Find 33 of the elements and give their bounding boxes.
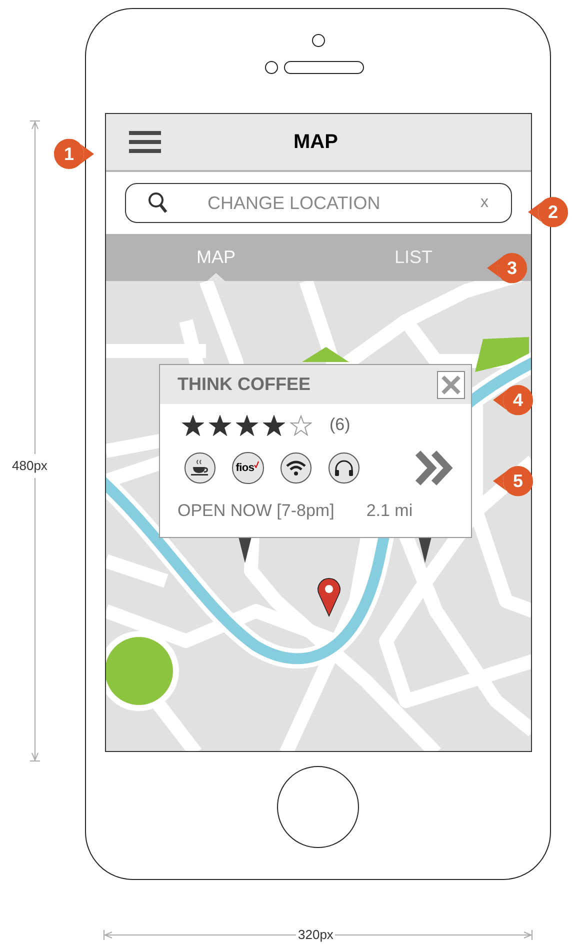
tab[interactable]: LIST (386, 234, 441, 281)
double-chevron-icon[interactable] (414, 450, 452, 486)
park-area (474, 337, 528, 372)
place-name: THINK COFFEE (178, 373, 310, 396)
search-input[interactable]: CHANGE LOCATION (208, 190, 480, 216)
clear-button[interactable]: x (480, 191, 488, 215)
wifi-icon (280, 452, 312, 484)
width-label: 320px (296, 927, 336, 943)
menu-icon[interactable] (128, 130, 160, 154)
check-icon (254, 460, 260, 468)
search-icon (148, 192, 168, 214)
camera-icon (312, 34, 324, 47)
filled-star-icon (182, 414, 204, 436)
filled-star-icon (236, 414, 258, 436)
filled-star-icon (208, 414, 230, 436)
fios-badge: fios (232, 452, 264, 484)
empty-star-icon (290, 414, 312, 436)
distance: 2.1 mi (366, 500, 413, 522)
review-count: (6) (330, 414, 350, 436)
park-area (302, 347, 348, 362)
height-label: 480px (12, 454, 48, 478)
map-pin-icon (316, 577, 340, 617)
close-button[interactable] (436, 370, 464, 398)
search-field[interactable]: CHANGE LOCATION x (124, 183, 512, 223)
home-button[interactable] (277, 766, 359, 848)
filled-star-icon (262, 414, 284, 436)
screen-title: MAP (294, 130, 338, 155)
speaker-icon (284, 61, 364, 74)
sensor-icon (264, 61, 278, 74)
coffee-cup-icon (184, 452, 216, 484)
opening-hours: OPEN NOW [7-8pm] (178, 500, 334, 522)
close-icon (440, 374, 460, 394)
headphones-icon (328, 452, 360, 484)
